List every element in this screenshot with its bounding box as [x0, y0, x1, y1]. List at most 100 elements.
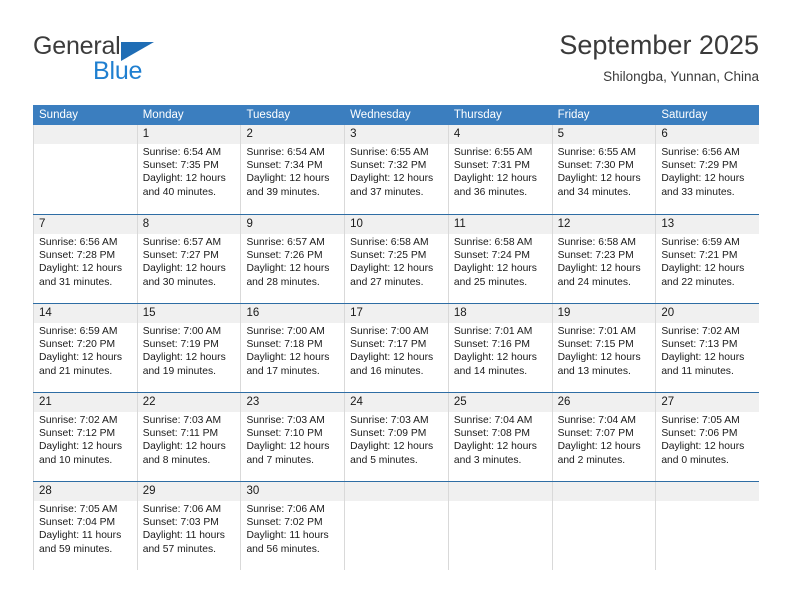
day-cell[interactable]: 4 Sunrise: 6:55 AM Sunset: 7:31 PM Daylight…: [447, 125, 552, 214]
day-cell[interactable]: 20 Sunrise: 7:02 AM Sunset: 7:13 PM Dayligh…: [655, 304, 759, 392]
sunrise-text: Sunrise: 7:03 AM: [246, 415, 325, 426]
day-number: 13: [661, 218, 675, 230]
sunrise-text: Sunrise: 7:01 AM: [453, 326, 533, 337]
day-cell[interactable]: 18 Sunrise: 7:01 AM Sunset: 7:16 PM Dayligh…: [447, 304, 552, 392]
day-cell[interactable]: 14 Sunrise: 6:59 AM Sunset: 7:20 PM Dayligh…: [33, 304, 137, 392]
daylight-text-line1: Daylight: 11 hours: [142, 530, 225, 542]
daylight-text-line2: and 34 minutes.: [557, 186, 631, 198]
day-number: 5: [557, 128, 564, 140]
sunrise-text: Sunrise: 7:03 AM: [142, 415, 222, 426]
daylight-text-line2: and 40 minutes.: [142, 186, 216, 198]
daylight-text-line1: Daylight: 12 hours: [350, 441, 434, 453]
sunrise-text: Sunrise: 6:55 AM: [557, 147, 637, 158]
day-cell[interactable]: 11 Sunrise: 6:58 AM Sunset: 7:24 PM Dayligh…: [447, 215, 552, 303]
day-details: Sunrise: 6:57 AM Sunset: 7:26 PM Daylight:…: [246, 236, 339, 289]
daylight-text-line1: Daylight: 11 hours: [39, 530, 122, 542]
day-number: 10: [350, 218, 363, 230]
sunset-text: Sunset: 7:06 PM: [661, 428, 738, 440]
daylight-text-line1: Daylight: 12 hours: [453, 352, 537, 364]
sunrise-text: Sunrise: 6:54 AM: [246, 147, 325, 158]
day-cell[interactable]: 7 Sunrise: 6:56 AM Sunset: 7:28 PM Daylight…: [33, 215, 137, 303]
day-number: 17: [350, 307, 363, 319]
daylight-text-line1: Daylight: 12 hours: [661, 173, 745, 185]
day-cell[interactable]: 17 Sunrise: 7:00 AM Sunset: 7:17 PM Dayligh…: [344, 304, 448, 392]
general-blue-logo[interactable]: General Blue: [33, 32, 243, 94]
sunrise-text: Sunrise: 7:00 AM: [142, 326, 222, 337]
day-details: Sunrise: 7:01 AM Sunset: 7:15 PM Daylight:…: [558, 325, 651, 378]
day-number: 22: [142, 396, 156, 408]
day-details: Sunrise: 6:56 AM Sunset: 7:28 PM Daylight:…: [39, 236, 132, 289]
day-cell[interactable]: 13 Sunrise: 6:59 AM Sunset: 7:21 PM Dayligh…: [655, 215, 759, 303]
daylight-text-line2: and 36 minutes.: [453, 186, 528, 198]
day-number: 4: [453, 128, 461, 140]
day-details: Sunrise: 7:00 AM Sunset: 7:18 PM Daylight:…: [246, 325, 339, 378]
daylight-text-line2: and 7 minutes.: [246, 454, 314, 466]
week-row: 28 Sunrise: 7:05 AM Sunset: 7:04 PM Dayligh…: [33, 481, 759, 570]
daylight-text-line2: and 0 minutes.: [661, 454, 729, 466]
day-details: Sunrise: 7:04 AM Sunset: 7:08 PM Daylight:…: [454, 414, 547, 467]
daylight-text-line1: Daylight: 12 hours: [246, 352, 330, 364]
day-details: Sunrise: 7:05 AM Sunset: 7:06 PM Daylight:…: [661, 414, 754, 467]
sunrise-text: Sunrise: 6:58 AM: [557, 237, 637, 248]
day-cell-empty: [33, 125, 137, 214]
day-cell-empty: [655, 482, 759, 570]
day-cell[interactable]: 27 Sunrise: 7:05 AM Sunset: 7:06 PM Dayligh…: [655, 393, 759, 481]
day-details: Sunrise: 7:00 AM Sunset: 7:17 PM Daylight:…: [350, 325, 443, 378]
day-number: 8: [142, 218, 150, 230]
daylight-text-line2: and 2 minutes.: [557, 454, 626, 466]
daylight-text-line2: and 31 minutes.: [39, 276, 113, 288]
daylight-text-line2: and 25 minutes.: [453, 276, 528, 288]
weekday-header-friday: Friday: [557, 109, 590, 121]
sunset-text: Sunset: 7:02 PM: [246, 517, 323, 529]
daylight-text-line1: Daylight: 12 hours: [557, 352, 641, 364]
day-cell[interactable]: 29 Sunrise: 7:06 AM Sunset: 7:03 PM Dayligh…: [136, 482, 241, 570]
daylight-text-line1: Daylight: 12 hours: [350, 263, 434, 275]
weekday-header-saturday: Saturday: [661, 109, 708, 121]
day-cell[interactable]: 22 Sunrise: 7:03 AM Sunset: 7:11 PM Dayligh…: [136, 393, 241, 481]
day-cell[interactable]: 5 Sunrise: 6:55 AM Sunset: 7:30 PM Daylight…: [551, 125, 656, 214]
day-cell[interactable]: 26 Sunrise: 7:04 AM Sunset: 7:07 PM Dayligh…: [551, 393, 656, 481]
day-number: 15: [142, 307, 156, 319]
day-details: Sunrise: 6:58 AM Sunset: 7:23 PM Daylight:…: [558, 236, 651, 289]
sunset-text: Sunset: 7:26 PM: [246, 250, 323, 262]
day-cell[interactable]: 10 Sunrise: 6:58 AM Sunset: 7:25 PM Dayligh…: [344, 215, 448, 303]
sunset-text: Sunset: 7:32 PM: [350, 160, 427, 172]
week-row: 7 Sunrise: 6:56 AM Sunset: 7:28 PM Daylight…: [33, 214, 759, 303]
day-cell[interactable]: 19 Sunrise: 7:01 AM Sunset: 7:15 PM Dayligh…: [551, 304, 656, 392]
day-cell[interactable]: 12 Sunrise: 6:58 AM Sunset: 7:23 PM Dayligh…: [551, 215, 656, 303]
sunset-text: Sunset: 7:13 PM: [661, 339, 738, 351]
sunrise-text: Sunrise: 7:01 AM: [557, 326, 637, 337]
sunset-text: Sunset: 7:08 PM: [453, 428, 531, 440]
day-cell[interactable]: 15 Sunrise: 7:00 AM Sunset: 7:19 PM Dayligh…: [136, 304, 241, 392]
daylight-text-line2: and 19 minutes.: [142, 365, 216, 377]
day-cell[interactable]: 9 Sunrise: 6:57 AM Sunset: 7:26 PM Daylight…: [240, 215, 344, 303]
sunset-text: Sunset: 7:10 PM: [246, 428, 323, 440]
day-number: 6: [661, 128, 668, 140]
daylight-text-line2: and 27 minutes.: [350, 276, 424, 288]
weekday-header-sunday: Sunday: [39, 109, 79, 121]
day-details: Sunrise: 7:03 AM Sunset: 7:09 PM Daylight:…: [350, 414, 443, 467]
day-cell[interactable]: 30 Sunrise: 7:06 AM Sunset: 7:02 PM Dayligh…: [240, 482, 344, 570]
day-number: 28: [39, 485, 52, 497]
day-details: Sunrise: 7:06 AM Sunset: 7:03 PM Daylight:…: [143, 503, 236, 556]
day-cell[interactable]: 2 Sunrise: 6:54 AM Sunset: 7:34 PM Daylight…: [240, 125, 344, 214]
daylight-text-line1: Daylight: 12 hours: [39, 352, 122, 364]
day-cell[interactable]: 23 Sunrise: 7:03 AM Sunset: 7:10 PM Dayligh…: [240, 393, 344, 481]
day-cell[interactable]: 8 Sunrise: 6:57 AM Sunset: 7:27 PM Daylight…: [136, 215, 241, 303]
sunrise-text: Sunrise: 6:59 AM: [661, 237, 740, 248]
day-cell[interactable]: 21 Sunrise: 7:02 AM Sunset: 7:12 PM Dayligh…: [33, 393, 137, 481]
sunset-text: Sunset: 7:27 PM: [142, 250, 219, 262]
daylight-text-line1: Daylight: 12 hours: [557, 441, 641, 453]
daylight-text-line2: and 57 minutes.: [142, 543, 216, 555]
day-details: Sunrise: 7:00 AM Sunset: 7:19 PM Daylight:…: [143, 325, 236, 378]
day-cell[interactable]: 16 Sunrise: 7:00 AM Sunset: 7:18 PM Dayligh…: [240, 304, 344, 392]
day-cell[interactable]: 28 Sunrise: 7:05 AM Sunset: 7:04 PM Dayligh…: [33, 482, 137, 570]
sunset-text: Sunset: 7:25 PM: [350, 250, 427, 262]
day-cell[interactable]: 6 Sunrise: 6:56 AM Sunset: 7:29 PM Daylight…: [655, 125, 759, 214]
day-cell[interactable]: 1 Sunrise: 6:54 AM Sunset: 7:35 PM Daylight…: [136, 125, 241, 214]
day-cell[interactable]: 3 Sunrise: 6:55 AM Sunset: 7:32 PM Daylight…: [344, 125, 448, 214]
day-cell[interactable]: 24 Sunrise: 7:03 AM Sunset: 7:09 PM Dayligh…: [344, 393, 448, 481]
day-cell-empty: [447, 482, 552, 570]
day-cell[interactable]: 25 Sunrise: 7:04 AM Sunset: 7:08 PM Dayligh…: [447, 393, 552, 481]
daylight-text-line1: Daylight: 12 hours: [557, 173, 641, 185]
